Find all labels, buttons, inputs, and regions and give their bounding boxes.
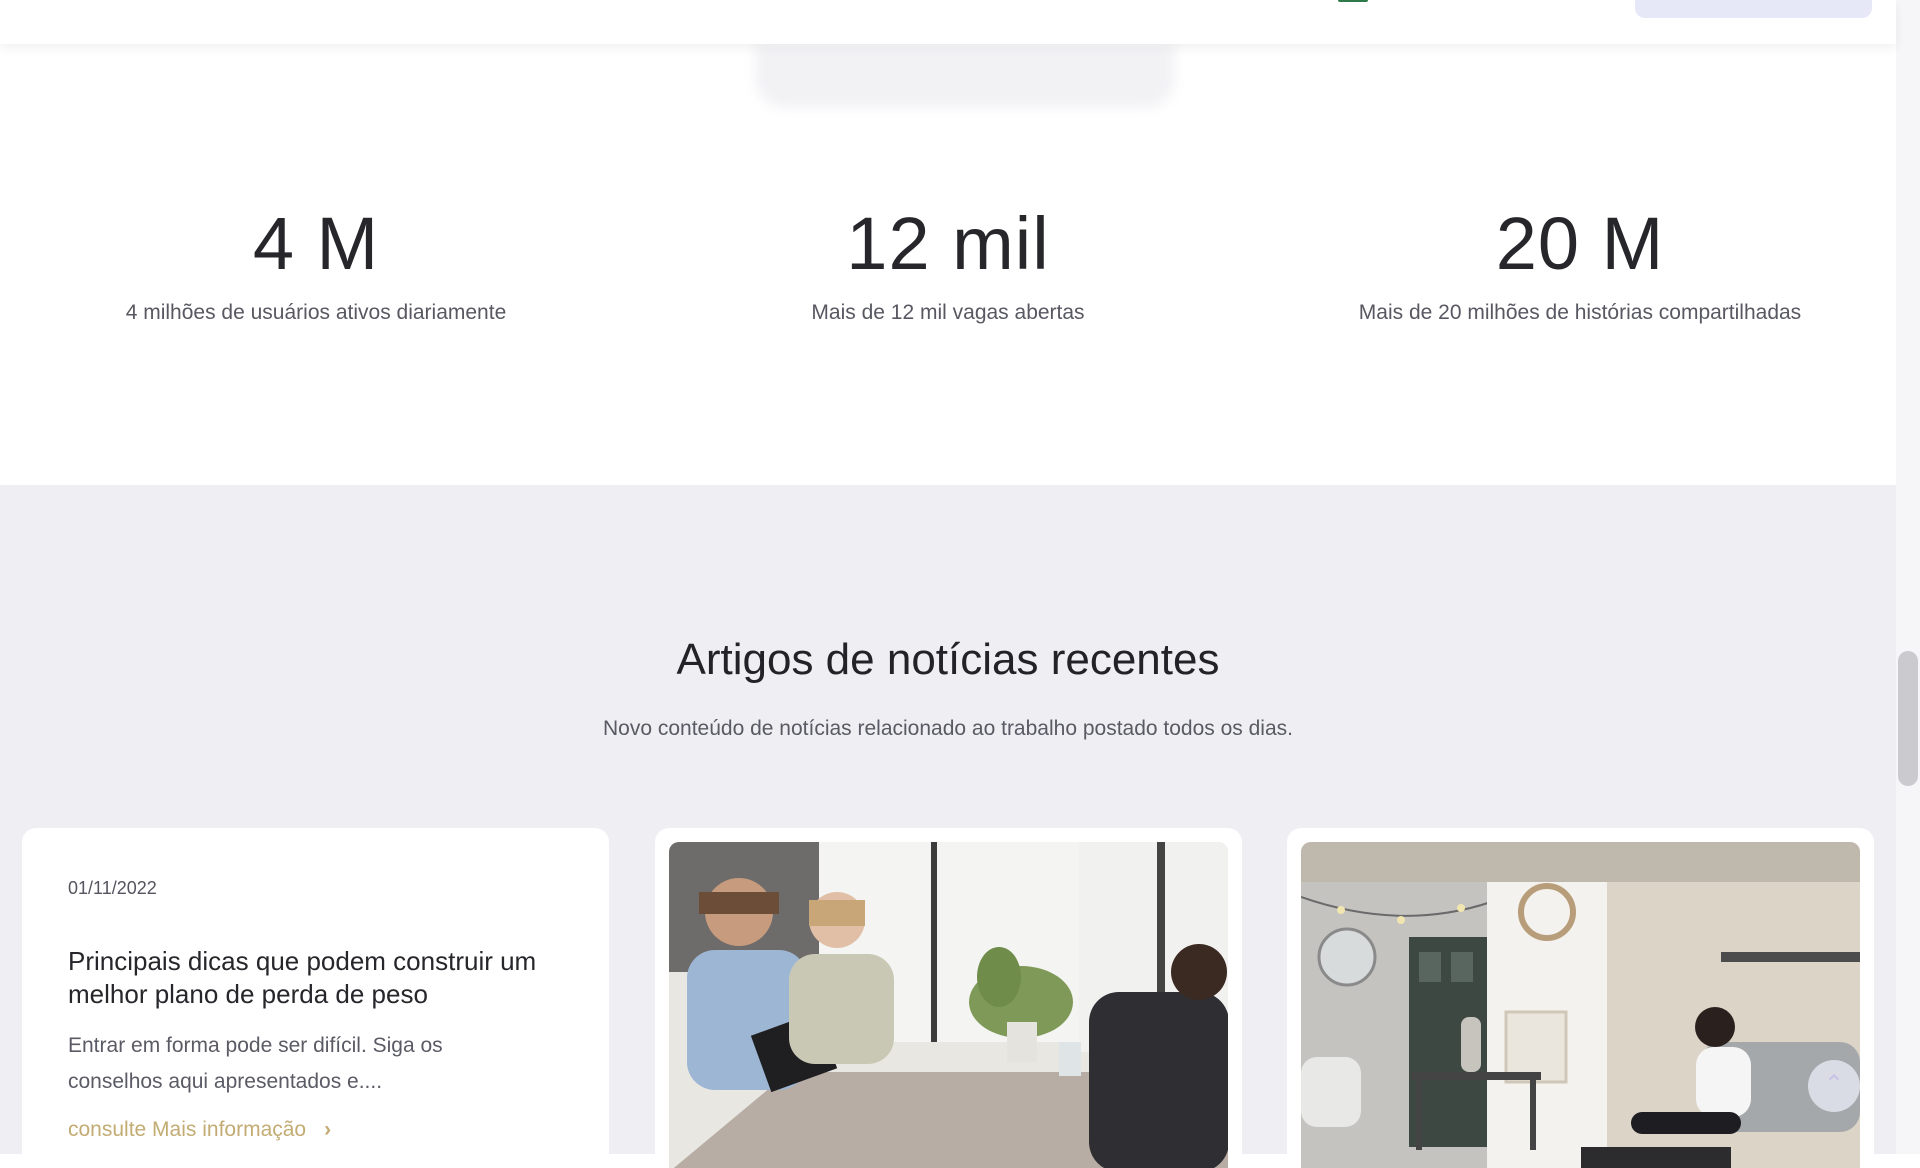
article-image[interactable] xyxy=(1301,842,1860,1168)
section-title: Artigos de notícias recentes xyxy=(676,635,1220,684)
read-more-label: consulte Mais informação xyxy=(68,1118,307,1141)
stat-shared-stories: 20 M Mais de 20 milhões de histórias com… xyxy=(1264,199,1896,325)
stat-active-users: 4 M 4 milhões de usuários ativos diariam… xyxy=(0,199,632,325)
back-to-top-button[interactable]: ⌃ xyxy=(1808,1060,1860,1112)
news-card[interactable] xyxy=(655,828,1242,1168)
decorative-shadow xyxy=(755,44,1175,108)
article-date: 01/11/2022 xyxy=(68,878,157,898)
stat-label: 4 milhões de usuários ativos diariamente xyxy=(125,301,507,324)
site-header xyxy=(0,0,1896,44)
news-card[interactable]: 01/11/2022 Principais dicas que podem co… xyxy=(22,828,609,1168)
read-more-link[interactable]: consulte Mais informação › xyxy=(68,1118,331,1142)
stat-open-jobs: 12 mil Mais de 12 mil vagas abertas xyxy=(632,199,1264,325)
stat-value: 20 M xyxy=(1495,202,1665,285)
stat-value: 4 M xyxy=(252,202,380,285)
article-excerpt: Entrar em forma pode ser difícil. Siga o… xyxy=(68,1034,443,1093)
arrow-up-icon: ⌃ xyxy=(1823,1071,1845,1098)
header-action-button[interactable] xyxy=(1635,0,1872,18)
stat-label: Mais de 12 mil vagas abertas xyxy=(811,301,1085,324)
section-subtitle: Novo conteúdo de notícias relacionado ao… xyxy=(603,717,1293,740)
flag-icon[interactable] xyxy=(1338,0,1368,2)
article-title[interactable]: Principais dicas que podem construir um … xyxy=(68,945,568,1011)
stat-value: 12 mil xyxy=(846,202,1050,285)
scrollbar-thumb[interactable] xyxy=(1898,651,1918,786)
chevron-right-icon: › xyxy=(324,1118,332,1141)
stats-section: 4 M 4 milhões de usuários ativos diariam… xyxy=(0,44,1896,485)
news-card[interactable] xyxy=(1287,828,1874,1168)
page-scrollbar[interactable] xyxy=(1896,0,1920,1154)
news-section: Artigos de notícias recentes Novo conteú… xyxy=(0,485,1896,1168)
stat-label: Mais de 20 milhões de histórias comparti… xyxy=(1358,301,1802,324)
article-image[interactable] xyxy=(669,842,1228,1168)
